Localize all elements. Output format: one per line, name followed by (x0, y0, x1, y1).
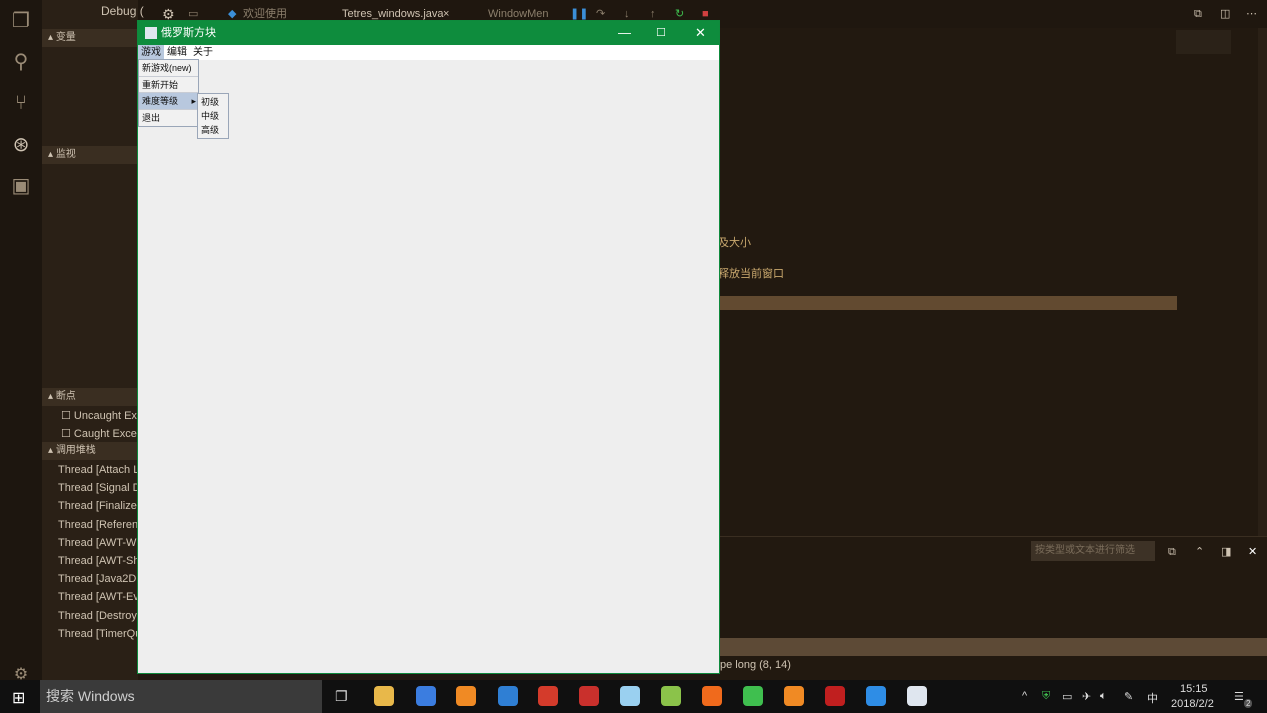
menu-item-easy[interactable]: 初级 (198, 95, 228, 109)
close-icon[interactable]: ✕ (1248, 538, 1257, 566)
search-icon[interactable]: ⚲ (10, 51, 32, 73)
debug-config-select[interactable]: Debug ( (101, 3, 144, 19)
split-compare-icon[interactable]: ⧉ (1194, 0, 1202, 28)
cloud-icon[interactable] (620, 686, 640, 706)
window-title: 俄罗斯方块 (161, 27, 216, 39)
editor-scrollbar[interactable] (1258, 28, 1267, 536)
more-icon[interactable]: ⋯ (1246, 0, 1257, 28)
ime-indicator[interactable]: 中 (1147, 690, 1158, 706)
file-explorer-icon[interactable] (374, 686, 394, 706)
thread-item[interactable]: Thread [Attach Li (58, 464, 138, 476)
task-view-icon[interactable]: ❐ (335, 688, 348, 705)
network-icon[interactable]: ✈ (1082, 690, 1091, 703)
collapse-all-icon[interactable]: ⧉ (1168, 538, 1176, 566)
menu-item-difficulty[interactable]: 难度等级 ▸ (139, 93, 198, 110)
source-control-icon[interactable]: ⑂ (10, 92, 32, 114)
thread-item[interactable]: Thread [Signal D (58, 482, 138, 494)
android-icon[interactable] (661, 686, 681, 706)
section-title: 调用堆栈 (55, 445, 96, 456)
java-app-icon[interactable] (907, 686, 927, 706)
wangwang-icon[interactable] (866, 686, 886, 706)
section-title: 监视 (55, 149, 76, 160)
section-title: 变量 (55, 32, 76, 43)
breakpoint-label: Uncaught Exc (73, 410, 138, 422)
breakpoint-uncaught[interactable]: ☐ Uncaught Exc (61, 409, 138, 422)
menu-item-new-game[interactable]: 新游戏(new) (139, 60, 198, 77)
minimap[interactable] (1176, 30, 1231, 54)
status-text: pe long (8, 14) (720, 659, 791, 671)
extensions-icon[interactable]: ▣ (10, 175, 32, 197)
menu-item-medium[interactable]: 中级 (198, 109, 228, 123)
feishu-icon[interactable] (416, 686, 436, 706)
panel-filter-input[interactable]: 按类型或文本进行筛选 (1031, 541, 1155, 561)
thread-item[interactable]: Thread [TimerQu (58, 628, 138, 640)
thread-item[interactable]: Thread [DestroyJ (58, 610, 138, 622)
java-icon (145, 27, 157, 39)
debug-icon[interactable]: ⊛ (10, 134, 32, 156)
menu-bar: 游戏 编辑 关于 (138, 45, 719, 60)
section-breakpoints[interactable]: ▴ 断点 (42, 388, 138, 406)
current-line-highlight (720, 296, 1177, 310)
chevron-up-icon[interactable]: ^ (1022, 690, 1027, 702)
vscode-icon[interactable] (498, 686, 518, 706)
close-button[interactable]: ✕ (695, 21, 706, 45)
explorer-icon[interactable]: ❐ (10, 10, 32, 32)
search-app-icon[interactable] (784, 686, 804, 706)
wps-icon[interactable] (579, 686, 599, 706)
code-line: 释放当前窗口 (718, 268, 784, 280)
clock-time[interactable]: 15:15 (1180, 683, 1208, 695)
menu-item-restart[interactable]: 重新开始 (139, 77, 198, 93)
status-bar-highlight (720, 638, 1267, 656)
thread-item[interactable]: Thread [AWT-Eve (58, 591, 138, 603)
firefox-icon[interactable] (702, 686, 722, 706)
thread-item[interactable]: Thread [Finalizer] (58, 500, 138, 512)
pen-icon[interactable]: ✎ (1124, 690, 1133, 703)
battery-icon[interactable]: ▭ (1062, 690, 1072, 703)
tetris-window: 俄罗斯方块 — ☐ ✕ 游戏 编辑 关于 新游戏(new) 重新开始 难度等级 ▸… (137, 20, 720, 674)
windows-start-icon[interactable]: ⊞ (12, 688, 25, 708)
menu-item-label: 难度等级 (142, 96, 179, 106)
breakpoint-label: Caught Excep (73, 428, 138, 440)
difficulty-menu: 初级 中级 高级 (197, 93, 229, 139)
video-icon[interactable] (743, 686, 763, 706)
split-editor-icon[interactable]: ◫ (1220, 0, 1230, 28)
sublime-icon[interactable] (456, 686, 476, 706)
taskbar-search[interactable]: 搜索 Windows (40, 680, 322, 713)
shield-icon[interactable]: ⛨ (1042, 690, 1050, 703)
section-title: 断点 (55, 391, 76, 402)
chevron-up-icon[interactable]: ⌃ (1195, 538, 1204, 566)
menu-item-hard[interactable]: 高级 (198, 123, 228, 137)
code-line: 及大小 (718, 237, 751, 249)
menu-item-exit[interactable]: 退出 (139, 110, 198, 127)
menu-about[interactable]: 关于 (190, 45, 216, 60)
thread-item[interactable]: Thread [AWT-Wi (58, 537, 138, 549)
notification-icon[interactable]: ☰ (1234, 690, 1244, 703)
menu-edit[interactable]: 编辑 (164, 45, 190, 60)
activity-bar: ❐ ⚲ ⑂ ⊛ ▣ ⚙ (0, 0, 42, 683)
thread-item[interactable]: Thread [Java2D D (58, 573, 138, 585)
panel-layout-icon[interactable]: ◨ (1221, 538, 1231, 566)
title-bar[interactable]: 俄罗斯方块 — ☐ ✕ (138, 21, 719, 45)
section-callstack[interactable]: ▴ 调用堆栈 (42, 442, 138, 460)
thread-item[interactable]: Thread [Referenc (58, 519, 138, 531)
netease-music-icon[interactable] (538, 686, 558, 706)
section-variables[interactable]: ▴ 变量 (42, 29, 138, 47)
clock-date[interactable]: 2018/2/2 (1171, 698, 1214, 710)
panel-divider (720, 536, 1267, 537)
red-app-icon[interactable] (825, 686, 845, 706)
breakpoint-caught[interactable]: ☐ Caught Excep (61, 427, 138, 440)
maximize-button[interactable]: ☐ (656, 21, 666, 45)
thread-item[interactable]: Thread [AWT-Sh (58, 555, 138, 567)
volume-icon[interactable]: 🔈︎ (1100, 690, 1107, 703)
section-watch[interactable]: ▴ 监视 (42, 146, 138, 164)
game-menu: 新游戏(new) 重新开始 难度等级 ▸ 退出 (138, 59, 199, 127)
menu-game[interactable]: 游戏 (138, 45, 164, 60)
minimize-button[interactable]: — (618, 21, 631, 45)
